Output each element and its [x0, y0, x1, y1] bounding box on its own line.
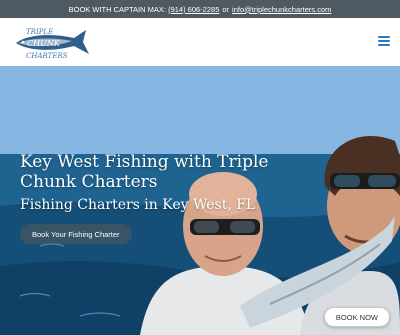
topbar-prefix: BOOK WITH CAPTAIN MAX: [68, 4, 166, 14]
hamburger-menu-icon[interactable] [378, 35, 390, 47]
site-logo[interactable]: TRIPLE CHUNK CHARTERS [12, 24, 92, 62]
logo-line-3: CHARTERS [26, 52, 68, 60]
hero-text-block: Key West Fishing with Triple Chunk Chart… [20, 152, 290, 214]
hero-section: Key West Fishing with Triple Chunk Chart… [0, 66, 400, 335]
logo-line-2: CHUNK [27, 39, 61, 48]
logo-line-1: TRIPLE [26, 28, 53, 36]
phone-link[interactable]: (914) 606-2285 [168, 5, 219, 14]
site-header: TRIPLE CHUNK CHARTERS [0, 18, 400, 66]
logo-fish-icon: TRIPLE CHUNK CHARTERS [16, 28, 89, 60]
hero-subtitle: Fishing Charters in Key West, FL [20, 197, 256, 213]
book-charter-button[interactable]: Book Your Fishing Charter [20, 224, 132, 244]
book-now-button[interactable]: BOOK NOW [323, 307, 390, 327]
top-announcement-bar: BOOK WITH CAPTAIN MAX: (914) 606-2285 or… [0, 0, 400, 18]
email-link[interactable]: info@triplechunkcharters.com [232, 5, 331, 14]
hero-title: Key West Fishing with Triple Chunk Chart… [20, 152, 269, 192]
topbar-or: or [222, 4, 230, 14]
